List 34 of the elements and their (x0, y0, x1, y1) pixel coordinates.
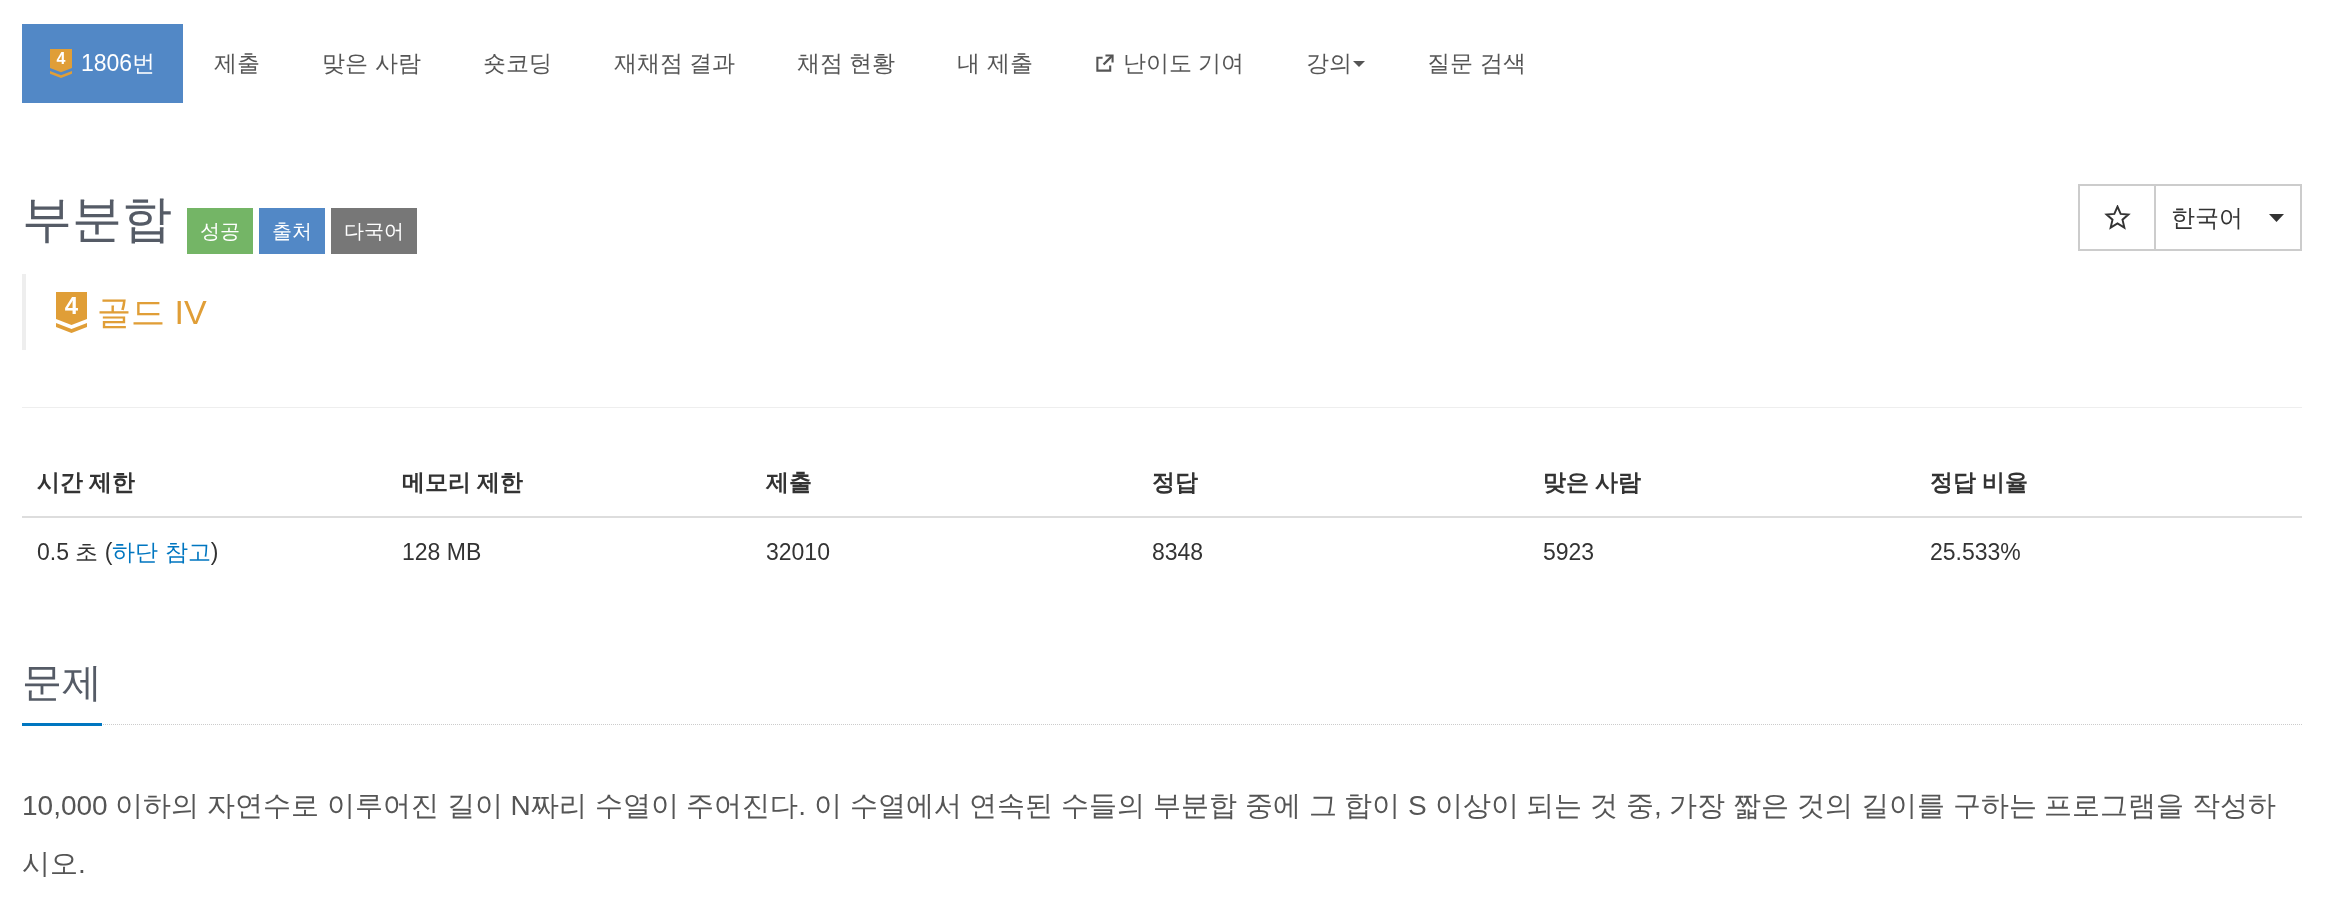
tag-label: 성공 (187, 208, 253, 254)
column-header: 제출 (765, 468, 813, 497)
tag-label: 다국어 (331, 208, 417, 254)
section-title: 문제 (22, 654, 102, 726)
language-select[interactable]: 한국어 (2156, 184, 2302, 251)
caret-icon (2269, 213, 2284, 222)
column-header: 정답 비율 (1929, 468, 2030, 497)
column-header: 시간 제한 (36, 468, 137, 497)
nav-tab[interactable]: 재채점 결과 (582, 24, 766, 103)
nav-tab[interactable]: 맞은 사람 (291, 24, 452, 103)
nav-tab[interactable]: 숏코딩 (451, 24, 583, 103)
nav-tab[interactable]: 제출 (183, 24, 292, 103)
column-header: 맞은 사람 (1542, 468, 1643, 497)
nav-tab[interactable]: 난이도 기여 (1063, 24, 1276, 103)
table-cell-text: 25.533% (1929, 538, 2022, 567)
favorite-button[interactable] (2078, 184, 2156, 251)
column-header: 정답 (1151, 468, 1199, 497)
table-cell-text: 8348 (1151, 538, 1205, 567)
problem-description: 10,000 이하의 자연수로 이루어진 길이 N짜리 수열이 주어진다. 이 수열에서 연속된 수들의 부분합 중에 그 합이 S 이상이 되는 것 중, 가장 짧은 것의 길이를 구하는 프로그램을 작성하시오. (22, 789, 2278, 881)
table-cell-text: 0.5 초 (하단 참고) (36, 538, 220, 567)
nav-tab[interactable]: 강의 (1275, 24, 1397, 103)
nav-tab[interactable]: 질문 검색 (1396, 24, 1557, 103)
nav-tab[interactable]: 4 1806번 (22, 24, 184, 103)
nav-tab[interactable]: 내 제출 (926, 24, 1064, 103)
reference-link[interactable]: 하단 참고 (112, 539, 211, 565)
problem-title: 부분합 (22, 190, 172, 249)
tag-label: 출처 (259, 208, 325, 254)
table-cell-text: 128 MB (401, 538, 483, 567)
column-header: 메모리 제한 (401, 468, 525, 497)
table-cell-text: 32010 (765, 538, 831, 567)
caret-icon (1353, 60, 1366, 67)
external-link-icon (1094, 54, 1114, 73)
nav-tab[interactable]: 채점 현황 (765, 24, 927, 103)
table-cell-text: 5923 (1542, 538, 1596, 567)
